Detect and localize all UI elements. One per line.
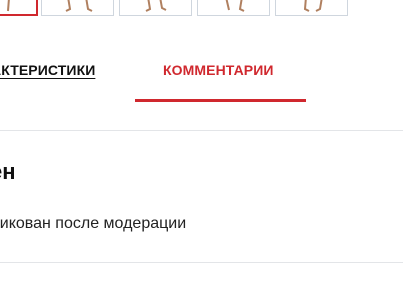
product-image	[145, 0, 167, 12]
product-detail-page: АКТЕРИСТИКИ КОММЕНТАРИИ ен бликован посл…	[0, 0, 403, 294]
product-image	[7, 0, 10, 12]
tab-specifications[interactable]: АКТЕРИСТИКИ	[0, 62, 95, 78]
comments-divider	[0, 262, 403, 263]
product-image	[303, 0, 323, 12]
thumbnail-4[interactable]	[197, 0, 270, 16]
product-image	[65, 0, 93, 12]
thumbnail-1[interactable]	[0, 0, 38, 16]
thumbnail-5[interactable]	[275, 0, 348, 16]
product-image	[225, 0, 245, 12]
active-tab-indicator	[135, 99, 306, 102]
moderation-note: бликован после модерации	[0, 215, 187, 232]
comments-heading: ен	[0, 159, 16, 184]
tabs-divider	[0, 130, 403, 131]
thumbnail-3[interactable]	[119, 0, 192, 16]
thumbnail-2[interactable]	[41, 0, 114, 16]
tab-comments[interactable]: КОММЕНТАРИИ	[163, 62, 274, 78]
